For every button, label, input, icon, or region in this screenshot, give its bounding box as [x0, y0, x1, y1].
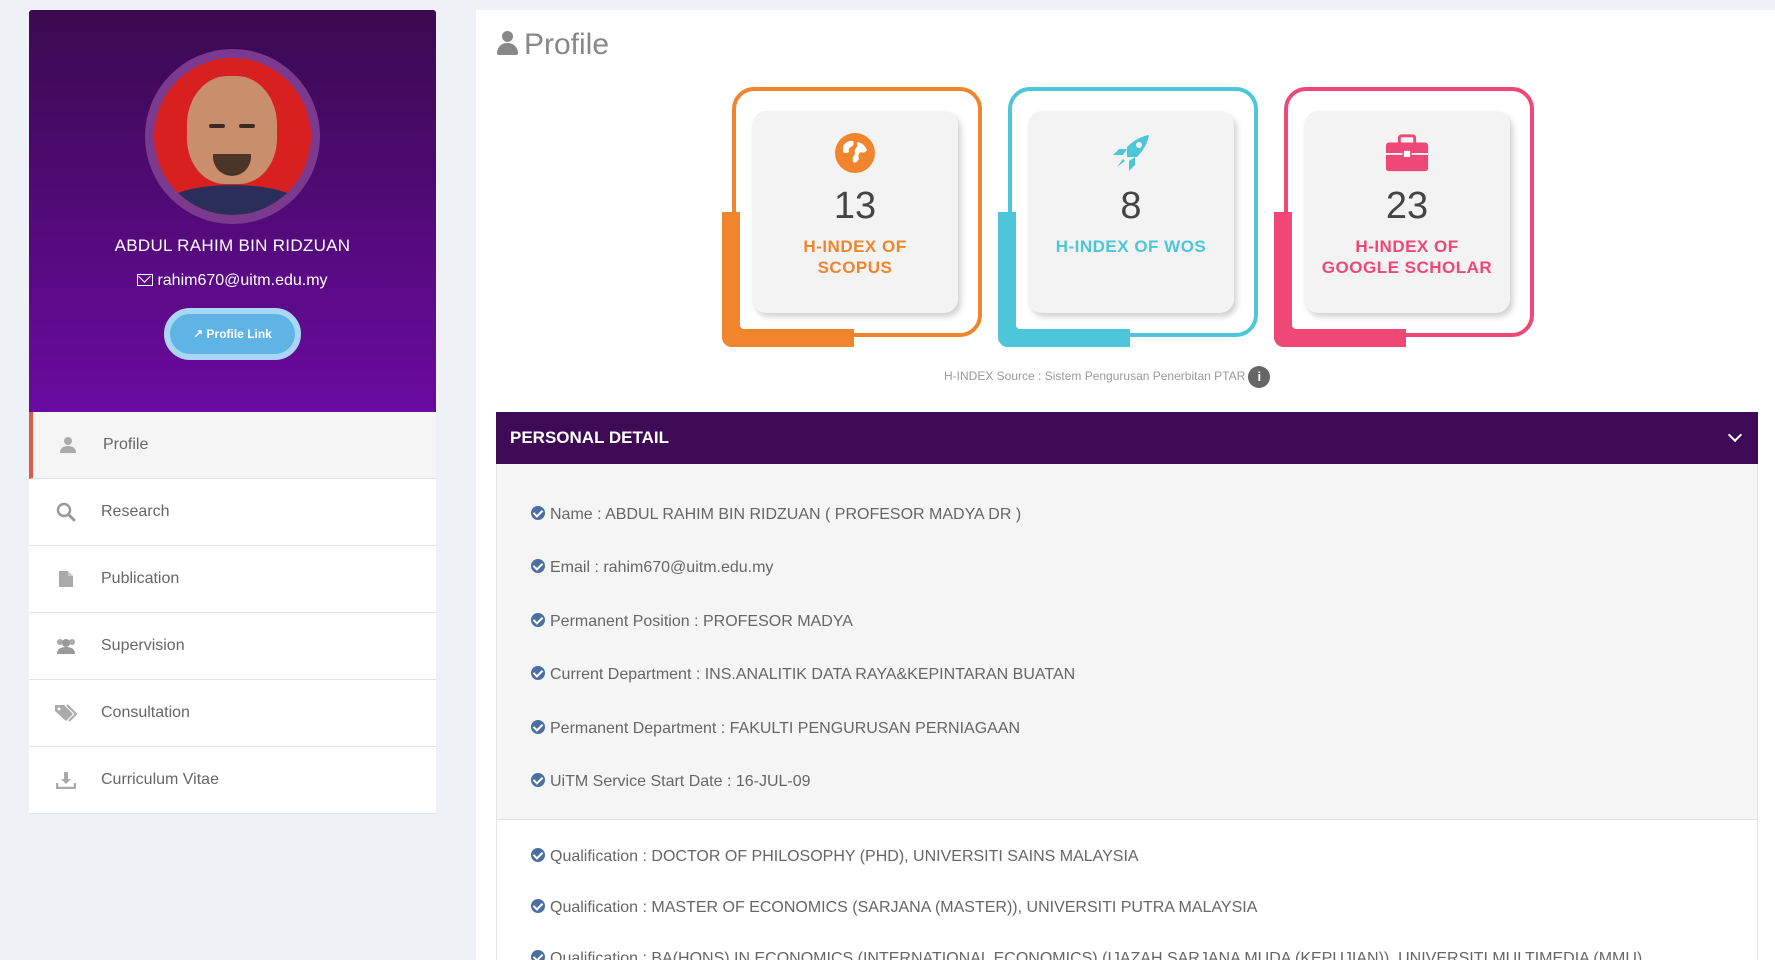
stat-label: H-INDEX OF GOOGLE SCHOLAR	[1304, 236, 1510, 278]
detail-text: Name : ABDUL RAHIM BIN RIDZUAN ( PROFESO…	[550, 506, 1022, 523]
detail-row: Name : ABDUL RAHIM BIN RIDZUAN ( PROFESO…	[531, 506, 1021, 524]
check-circle-icon	[531, 559, 545, 573]
qualification-row: Qualification : BA(HONS) IN ECONOMICS (I…	[531, 950, 1642, 960]
profile-link-label: Profile Link	[206, 327, 272, 341]
stat-inner: 8 H-INDEX OF WOS	[1028, 111, 1234, 313]
page-title: Profile	[496, 28, 609, 62]
main-content: Profile 13 H-INDEX OF SCOPUS 8 H-INDEX OF…	[476, 10, 1775, 960]
users-icon	[53, 636, 79, 656]
check-circle-icon	[531, 950, 545, 960]
sidebar-item-research[interactable]: Research	[29, 479, 436, 546]
qualification-text: Qualification : MASTER OF ECONOMICS (SAR…	[550, 899, 1258, 916]
chevron-down-icon[interactable]	[1727, 427, 1743, 443]
detail-row: Permanent Position : PROFESOR MADYA	[531, 613, 853, 631]
detail-text: Email : rahim670@uitm.edu.my	[550, 559, 774, 576]
detail-text: Permanent Department : FAKULTI PENGURUSA…	[550, 720, 1021, 737]
stat-accent-bar	[722, 329, 854, 347]
stat-inner: 23 H-INDEX OF GOOGLE SCHOLAR	[1304, 111, 1510, 313]
search-icon	[53, 502, 79, 522]
sidebar-nav: Profile Research Publication Supervision…	[29, 412, 436, 814]
h-index-source-note: H-INDEX Source : Sistem Pengurusan Pener…	[944, 366, 1271, 388]
qualification-text: Qualification : DOCTOR OF PHILOSOPHY (PH…	[550, 848, 1139, 865]
stat-label: H-INDEX OF WOS	[1028, 236, 1234, 257]
avatar	[145, 49, 320, 224]
detail-row: Permanent Department : FAKULTI PENGURUSA…	[531, 720, 1020, 738]
qualification-row: Qualification : MASTER OF ECONOMICS (SAR…	[531, 899, 1257, 917]
profile-card: ABDUL RAHIM BIN RIDZUAN rahim670@uitm.ed…	[29, 10, 436, 412]
stat-value: 23	[1385, 185, 1429, 227]
section-title: PERSONAL DETAIL	[510, 428, 669, 447]
sidebar-item-supervision[interactable]: Supervision	[29, 613, 436, 680]
stat-accent-bar	[722, 212, 740, 347]
profile-sidebar: ABDUL RAHIM BIN RIDZUAN rahim670@uitm.ed…	[29, 10, 436, 814]
stat-label-line: GOOGLE SCHOLAR	[1321, 258, 1493, 277]
sidebar-item-curriculum-vitae[interactable]: Curriculum Vitae	[29, 747, 436, 814]
envelope-icon	[137, 274, 154, 286]
qualification-text: Qualification : BA(HONS) IN ECONOMICS (I…	[550, 950, 1643, 960]
sidebar-item-label: Consultation	[101, 704, 190, 721]
stat-card-wos: 8 H-INDEX OF WOS	[998, 87, 1258, 347]
personal-detail-body: Name : ABDUL RAHIM BIN RIDZUAN ( PROFESO…	[496, 464, 1758, 820]
user-email-text: rahim670@uitm.edu.my	[157, 272, 328, 289]
check-circle-icon	[531, 899, 545, 913]
profile-link-button[interactable]: ↗ Profile Link	[164, 308, 301, 360]
detail-text: UiTM Service Start Date : 16-JUL-09	[550, 773, 811, 790]
sidebar-item-consultation[interactable]: Consultation	[29, 680, 436, 747]
stat-value: 8	[1120, 185, 1142, 227]
check-circle-icon	[531, 720, 545, 734]
sidebar-item-label: Publication	[101, 570, 180, 587]
sidebar-item-publication[interactable]: Publication	[29, 546, 436, 613]
stat-value: 13	[833, 185, 877, 227]
detail-row: Email : rahim670@uitm.edu.my	[531, 559, 773, 577]
check-circle-icon	[531, 613, 545, 627]
detail-text: Current Department : INS.ANALITIK DATA R…	[550, 666, 1076, 683]
rocket-icon	[1109, 131, 1153, 175]
info-icon[interactable]: i	[1248, 366, 1271, 388]
sidebar-item-label: Curriculum Vitae	[101, 771, 219, 788]
user-email: rahim670@uitm.edu.my	[29, 272, 436, 290]
detail-text: Permanent Position : PROFESOR MADYA	[550, 613, 853, 630]
check-circle-icon	[531, 666, 545, 680]
user-icon	[55, 435, 81, 455]
stat-label: H-INDEX OF SCOPUS	[752, 236, 958, 278]
stat-accent-bar	[998, 212, 1016, 347]
stat-accent-bar	[1274, 329, 1406, 347]
avatar-photo	[154, 58, 311, 215]
qualification-row: Qualification : DOCTOR OF PHILOSOPHY (PH…	[531, 848, 1139, 866]
user-name: ABDUL RAHIM BIN RIDZUAN	[114, 236, 351, 255]
sidebar-item-label: Supervision	[101, 637, 185, 654]
detail-row: Current Department : INS.ANALITIK DATA R…	[531, 666, 1075, 684]
globe-icon	[833, 131, 877, 175]
stat-card-scopus: 13 H-INDEX OF SCOPUS	[722, 87, 982, 347]
detail-row: UiTM Service Start Date : 16-JUL-09	[531, 773, 811, 791]
briefcase-icon	[1385, 131, 1429, 175]
document-icon	[53, 569, 79, 589]
personal-detail-header[interactable]: PERSONAL DETAIL	[496, 412, 1758, 464]
page-title-text: Profile	[524, 28, 610, 61]
stat-label-line: H-INDEX OF	[1355, 237, 1459, 256]
stat-accent-bar	[998, 329, 1130, 347]
source-note-text: H-INDEX Source : Sistem Pengurusan Pener…	[944, 369, 1246, 384]
stat-label-line: H-INDEX OF WOS	[1055, 237, 1207, 256]
stat-accent-bar	[1274, 212, 1292, 347]
download-icon	[53, 770, 79, 790]
qualifications-list: Qualification : DOCTOR OF PHILOSOPHY (PH…	[496, 820, 1758, 960]
sidebar-item-profile[interactable]: Profile	[29, 412, 436, 479]
check-circle-icon	[531, 773, 545, 787]
sidebar-item-label: Profile	[103, 436, 149, 453]
stat-label-line: H-INDEX OF	[803, 237, 907, 256]
check-circle-icon	[531, 848, 545, 862]
check-circle-icon	[531, 506, 545, 520]
stat-inner: 13 H-INDEX OF SCOPUS	[752, 111, 958, 313]
tags-icon	[53, 703, 79, 723]
stat-label-line: SCOPUS	[817, 258, 893, 277]
stat-card-google-scholar: 23 H-INDEX OF GOOGLE SCHOLAR	[1274, 87, 1534, 347]
sidebar-item-label: Research	[101, 503, 170, 520]
user-icon	[496, 31, 518, 55]
